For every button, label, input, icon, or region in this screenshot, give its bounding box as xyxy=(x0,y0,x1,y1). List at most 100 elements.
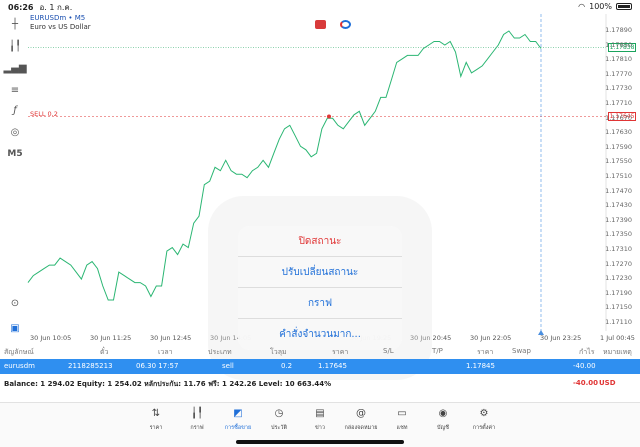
position-context-menu: ปิดสถานะ ปรับเปลี่ยนสถานะ กราฟ คำสั่งจำน… xyxy=(238,226,402,350)
col-comment: หมายเหตุ xyxy=(603,348,632,356)
nav-trade[interactable]: ◩ การซื้อขาย xyxy=(218,408,258,432)
price-tick-label: 1.17730 xyxy=(605,84,632,93)
nav-settings[interactable]: ⚙ การตั้งค่า xyxy=(464,408,504,432)
price-tick-label: 1.17470 xyxy=(605,186,632,195)
trades-table-header: สัญลักษณ์ ตั๋ว เวลา ประเภท โวลุม ราคา S/… xyxy=(0,344,640,358)
price-tick-label: 1.17630 xyxy=(605,128,632,137)
nav-account[interactable]: ◉ บัญชี xyxy=(423,408,463,432)
price-tick-label: 1.17310 xyxy=(605,245,632,253)
price-tick-label: 1.17810 xyxy=(605,55,632,64)
settings-gear-icon: ⚙ xyxy=(479,408,489,419)
timeframe-button[interactable]: M5 xyxy=(6,146,24,162)
balance-summary: Balance: 1 294.02 Equity: 1 254.02 หลักป… xyxy=(4,380,332,388)
price-tick-label: 1.17190 xyxy=(605,288,632,297)
arrows-up-down-icon: ⇅ xyxy=(151,408,161,419)
nav-charts-label: กราฟ xyxy=(190,425,204,431)
col-price: ราคา xyxy=(477,348,494,356)
row-volume: 0.2 xyxy=(281,362,293,370)
nav-quotes[interactable]: ⇅ ราคา xyxy=(136,408,176,432)
col-tp: T/P xyxy=(432,347,443,355)
row-profit: -40.00 xyxy=(573,362,596,370)
history-clock-icon: ◷ xyxy=(274,408,284,419)
price-tick-label: 1.17510 xyxy=(605,172,632,180)
row-ticket: 2118285213 xyxy=(68,362,113,370)
shapes-icon[interactable]: ◎ xyxy=(6,124,24,140)
crosshair-icon[interactable]: ┼ xyxy=(6,16,24,32)
col-type: ประเภท xyxy=(208,348,232,356)
nav-settings-label: การตั้งค่า xyxy=(472,425,496,431)
account-balance-bar: Balance: 1 294.02 Equity: 1 254.02 หลักป… xyxy=(0,376,640,390)
function-icon[interactable]: ƒ xyxy=(6,102,24,118)
price-tick-label: 1.17230 xyxy=(605,274,632,283)
nav-news[interactable]: ▤ ข่าว xyxy=(300,408,340,432)
wifi-icon: ◠ xyxy=(578,2,586,11)
price-tick-label: 1.17150 xyxy=(605,303,632,312)
row-symbol: eurusdm xyxy=(4,362,35,370)
chart-menu-item[interactable]: กราฟ xyxy=(238,288,402,319)
row-current-price: 1.17845 xyxy=(466,362,495,370)
home-indicator xyxy=(236,440,404,444)
battery-icon xyxy=(616,3,632,10)
zoom-icon[interactable]: ⊙ xyxy=(6,295,24,311)
time-tick-label: 30 Jun 22:05 xyxy=(470,334,512,342)
nav-chat-label: แชท xyxy=(396,425,408,431)
col-ticket: ตั๋ว xyxy=(100,348,109,356)
profit-currency: USD xyxy=(599,379,616,387)
price-tick-label: 1.17430 xyxy=(605,201,632,210)
price-tick-label: 1.17710 xyxy=(605,99,632,107)
chat-icon: ▭ xyxy=(397,408,407,419)
price-tick-label: 1.17350 xyxy=(605,230,632,239)
nav-account-label: บัญชี xyxy=(437,425,449,431)
price-tick-label: 1.17770 xyxy=(605,69,632,78)
time-tick-label: 30 Jun 10:05 xyxy=(30,334,72,342)
nav-history[interactable]: ◷ ประวัติ xyxy=(259,408,299,432)
sell-quick-icon[interactable] xyxy=(315,20,326,29)
modify-position-menu-item[interactable]: ปรับเปลี่ยนสถานะ xyxy=(238,257,402,288)
price-tick-label: 1.17590 xyxy=(605,142,632,151)
account-icon: ◉ xyxy=(438,408,448,419)
at-icon: @ xyxy=(356,408,366,419)
col-symbol: สัญลักษณ์ xyxy=(4,348,34,356)
sell-order-label: SELL 0.2 xyxy=(30,110,58,118)
nav-chat[interactable]: ▭ แชท xyxy=(382,408,422,432)
col-sl: S/L xyxy=(383,347,394,355)
time-tick-label: 30 Jun 23:25 xyxy=(540,334,582,342)
candles-icon[interactable]: ╽╿ xyxy=(6,38,24,54)
chart-symbol-description: Euro vs US Dollar xyxy=(30,23,91,31)
row-time: 06.30 17:57 xyxy=(136,362,179,370)
position-row[interactable]: eurusdm 2118285213 06.30 17:57 sell 0.2 … xyxy=(0,359,640,374)
chart-symbol: EURUSDm • M5 xyxy=(30,14,86,22)
nav-trade-label: การซื้อขาย xyxy=(224,425,252,431)
status-date: อ. 1 ก.ค. xyxy=(39,2,73,12)
time-tick-label: 1 Jul 00:45 xyxy=(600,334,635,342)
indicators-icon[interactable]: ▂▄▆ xyxy=(3,60,26,76)
close-position-menu-item[interactable]: ปิดสถานะ xyxy=(238,226,402,257)
col-time: เวลา xyxy=(158,348,173,356)
price-tick-label: 1.17890 xyxy=(605,26,632,34)
col-volume: โวลุม xyxy=(270,348,287,356)
nav-news-label: ข่าว xyxy=(315,425,325,431)
nav-quotes-label: ราคา xyxy=(149,425,163,431)
trade-toggle-icon[interactable]: ▣ xyxy=(6,320,24,336)
trade-chart-icon: ◩ xyxy=(233,408,243,419)
price-tick-label: 1.17110 xyxy=(605,318,632,326)
nav-mailbox[interactable]: @ กล่องจดหมาย xyxy=(341,408,381,432)
oneclick-icon[interactable] xyxy=(340,20,351,29)
status-right: ◠ 100% xyxy=(578,2,632,11)
mt5-trade-screen: 06:26 อ. 1 ก.ค. ◠ 100% ┼ ╽╿ ▂▄▆ ≡ ƒ ◎ M5… xyxy=(0,0,640,447)
price-tick-label: 1.17550 xyxy=(605,157,632,166)
price-tick-label: 1.17670 xyxy=(605,113,632,122)
time-tick-label: 30 Jun 12:45 xyxy=(150,334,192,342)
status-bar: 06:26 อ. 1 ก.ค. ◠ 100% xyxy=(0,0,640,14)
candles-icon: ╽╿ xyxy=(190,408,204,419)
price-tick-label: 1.17270 xyxy=(605,259,632,268)
objects-icon[interactable]: ≡ xyxy=(6,82,24,98)
row-open-price: 1.17645 xyxy=(318,362,347,370)
status-time: 06:26 xyxy=(8,2,34,12)
col-profit: กำไร xyxy=(579,348,595,356)
row-type: sell xyxy=(222,362,234,370)
time-tick-label: 30 Jun 11:25 xyxy=(90,334,132,342)
col-swap: Swap xyxy=(512,347,531,355)
nav-charts[interactable]: ╽╿ กราฟ xyxy=(177,408,217,432)
nav-history-label: ประวัติ xyxy=(270,425,288,431)
